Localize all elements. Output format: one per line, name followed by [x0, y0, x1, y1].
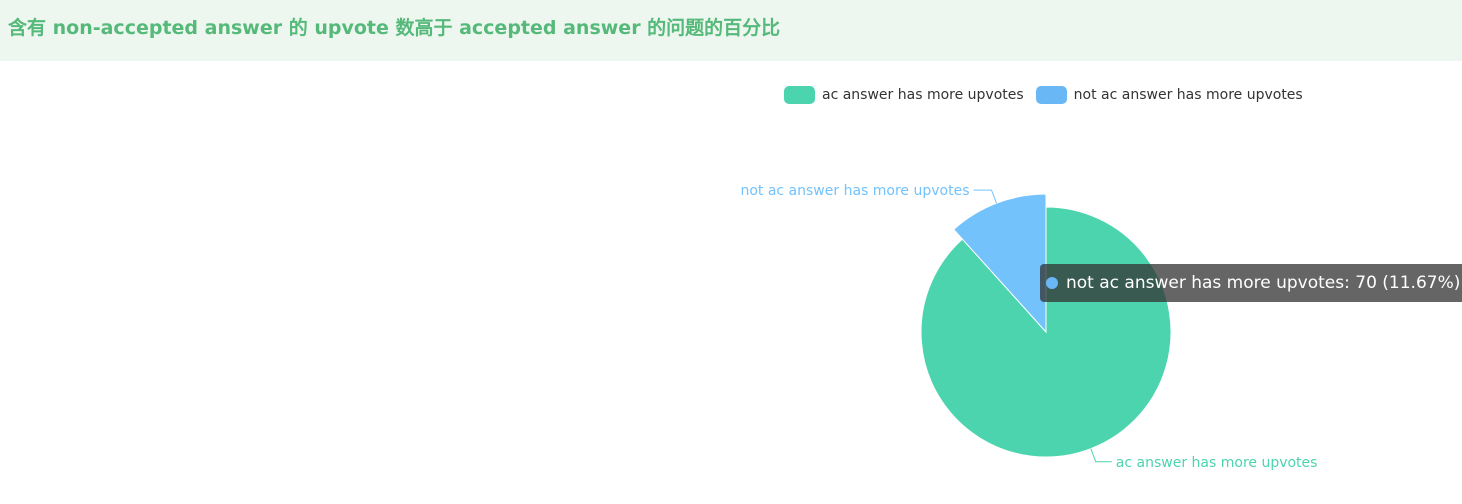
tooltip-text: not ac answer has more upvotes: 70 (11.6… — [1066, 273, 1461, 293]
slice-label-ac: ac answer has more upvotes — [1116, 455, 1318, 471]
label-line-ac — [1090, 448, 1112, 463]
chart-tooltip: not ac answer has more upvotes: 70 (11.6… — [1040, 264, 1462, 302]
label-line-not-ac — [973, 189, 997, 204]
tooltip-marker-icon — [1046, 277, 1058, 289]
slice-label-not-ac: not ac answer has more upvotes — [740, 183, 969, 199]
pie-chart: ac answer has more upvotes not ac answer… — [740, 183, 1318, 471]
